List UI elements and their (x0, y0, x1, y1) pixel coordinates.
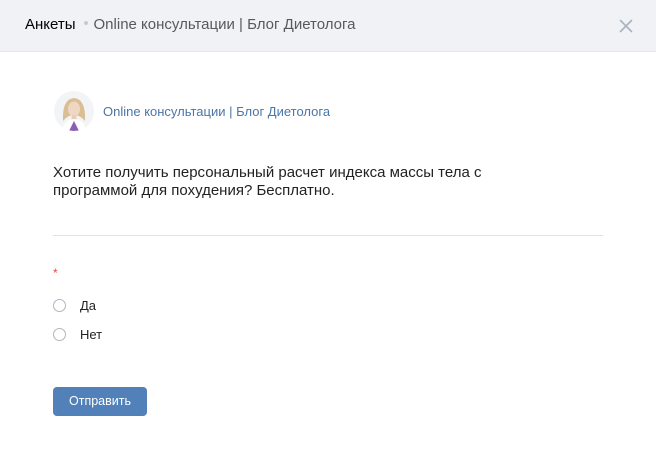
breadcrumb: Анкеты Online консультации | Блог Диетоло… (25, 16, 356, 34)
radio-yes[interactable] (53, 298, 66, 312)
submit-button[interactable]: Отправить (53, 387, 147, 416)
divider (53, 235, 603, 236)
modal-header: Анкеты Online консультации | Блог Диетоло… (0, 0, 656, 52)
breadcrumb-separator-icon (83, 21, 88, 26)
option-label-yes: Да (80, 297, 97, 313)
breadcrumb-current: Online консультации | Блог Диетолога (93, 16, 356, 33)
close-icon (619, 19, 633, 33)
author-name-link[interactable]: Online консультации | Блог Диетолога (103, 104, 330, 119)
option-label-no: Нет (80, 326, 103, 342)
avatar-icon[interactable] (54, 91, 94, 131)
author-block: Online консультации | Блог Диетолога (54, 90, 330, 132)
option-yes[interactable]: Да (53, 296, 96, 314)
option-no[interactable]: Нет (53, 325, 102, 343)
close-button[interactable] (616, 16, 636, 36)
question-text: Хотите получить персональный расчет инде… (53, 164, 482, 199)
required-mark: * (53, 266, 58, 280)
breadcrumb-root[interactable]: Анкеты (25, 16, 76, 33)
radio-no[interactable] (53, 327, 66, 341)
